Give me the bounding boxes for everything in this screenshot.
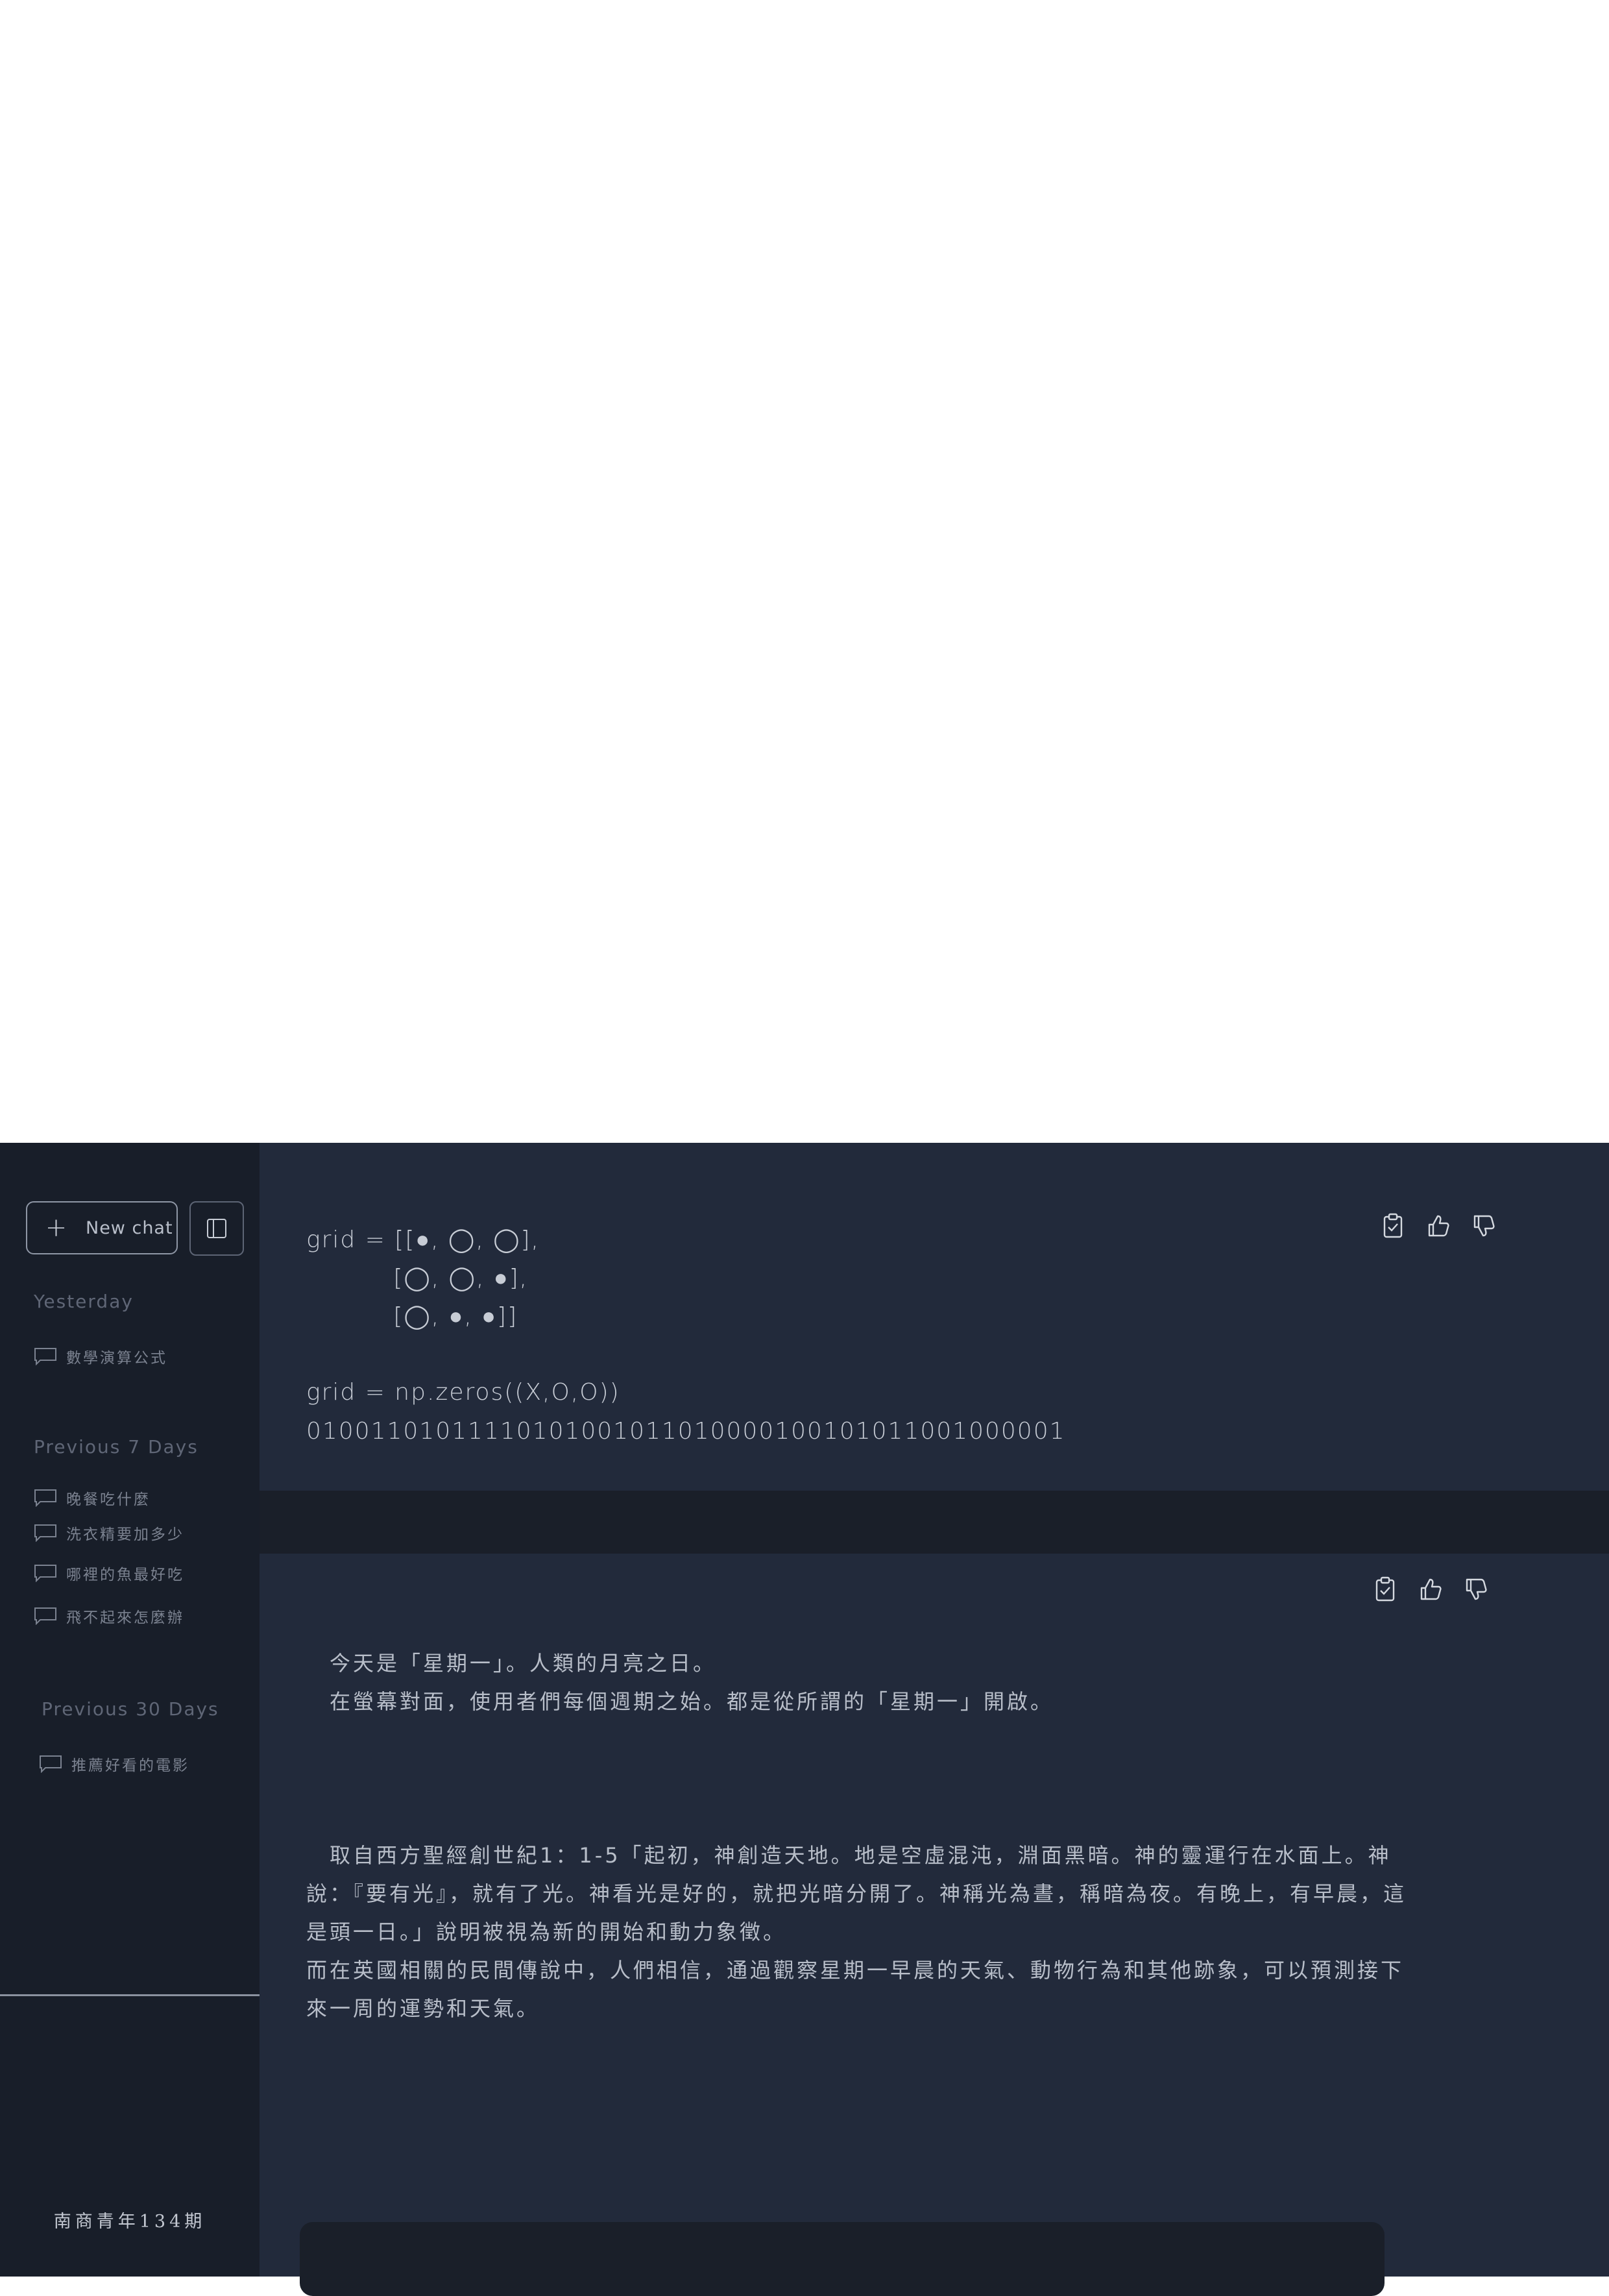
conversation: grid = [[●, ◯, ◯], [◯, ◯, ●], [◯, ●, ●]]…	[260, 1143, 1609, 2296]
message-actions	[1379, 1212, 1497, 1240]
chat-bubble-icon	[34, 1524, 56, 1542]
clipboard-check-icon	[1375, 1576, 1395, 1602]
copy-button[interactable]	[1379, 1212, 1407, 1240]
chat-bubble-icon	[34, 1565, 56, 1582]
new-chat-label: New chat	[86, 1217, 173, 1238]
thumbs-up-button[interactable]	[1425, 1212, 1452, 1240]
new-chat-button[interactable]: + New chat	[26, 1201, 178, 1254]
chat-item-label: 洗衣精要加多少	[66, 1526, 184, 1543]
paragraph: 今天是「星期一」。人類的月亮之日。	[330, 1651, 717, 1676]
sidebar: + New chat Yesterday 數學演算公式 Previous 7 D…	[0, 1143, 260, 2277]
assistant-message: 今天是「星期一」。人類的月亮之日。 在螢幕對面，使用者們每個週期之始。都是從所謂…	[260, 1554, 1609, 2296]
chat-bubble-icon	[34, 1489, 56, 1507]
chat-item[interactable]: 推薦好看的電影	[39, 1753, 189, 1775]
paragraph: 在螢幕對面，使用者們每個週期之始。都是從所謂的「星期一」開啟。	[330, 1689, 1054, 1714]
chat-item-label: 哪裡的魚最好吃	[66, 1567, 184, 1583]
chat-bubble-icon	[40, 1755, 62, 1773]
copy-button[interactable]	[1372, 1576, 1399, 1603]
chat-item-label: 晚餐吃什麼	[66, 1491, 151, 1508]
message-separator	[260, 1491, 1609, 1554]
code-line: [◯, ◯, ●],	[306, 1265, 529, 1291]
clipboard-check-icon	[1383, 1213, 1403, 1238]
section-label-yesterday: Yesterday	[34, 1291, 134, 1312]
sidebar-toggle-icon	[207, 1219, 226, 1238]
sidebar-divider	[0, 1994, 260, 1996]
message-body: 取自西方聖經創世紀1：1-5「起初，神創造天地。地是空虛混沌，淵面黑暗。神的靈運…	[306, 1837, 1422, 2028]
message-input[interactable]	[300, 2222, 1385, 2296]
plus-icon: +	[45, 1213, 68, 1243]
assistant-message: grid = [[●, ◯, ◯], [◯, ◯, ●], [◯, ●, ●]]…	[260, 1143, 1609, 1491]
sidebar-toggle-button[interactable]	[189, 1201, 244, 1256]
code-line: grid = np.zeros((X,O,O))	[306, 1379, 620, 1406]
section-label-previous-30-days: Previous 30 Days	[42, 1698, 219, 1720]
chat-item-label: 數學演算公式	[66, 1350, 167, 1367]
chat-item[interactable]: 洗衣精要加多少	[34, 1522, 184, 1544]
message-actions	[1372, 1576, 1490, 1603]
chat-item[interactable]: 數學演算公式	[34, 1345, 167, 1367]
code-line: grid = [[●, ◯, ◯],	[306, 1227, 540, 1253]
chat-bubble-icon	[34, 1348, 56, 1365]
message-intro: 今天是「星期一」。人類的月亮之日。 在螢幕對面，使用者們每個週期之始。都是從所謂…	[306, 1644, 1422, 1721]
thumbs-down-button[interactable]	[1462, 1576, 1490, 1603]
code-line: [◯, ●, ●]]	[306, 1303, 518, 1330]
thumbs-up-icon	[1428, 1215, 1449, 1237]
section-label-previous-7-days: Previous 7 Days	[34, 1436, 199, 1458]
chat-item-label: 推薦好看的電影	[71, 1757, 189, 1774]
paragraph: 而在英國相關的民間傳說中，人們相信，通過觀察星期一早晨的天氣、動物行為和其他跡象…	[306, 1958, 1405, 2021]
thumbs-down-icon	[1473, 1215, 1495, 1237]
chat-item-label: 飛不起來怎麼辦	[66, 1609, 184, 1626]
chat-app: + New chat Yesterday 數學演算公式 Previous 7 D…	[0, 1143, 1609, 2296]
thumbs-down-button[interactable]	[1470, 1212, 1497, 1240]
code-line: 0100110101111010100101101000010010101100…	[306, 1418, 1066, 1445]
chat-item[interactable]: 飛不起來怎麼辦	[34, 1605, 184, 1627]
thumbs-up-button[interactable]	[1417, 1576, 1444, 1603]
thumbs-down-icon	[1466, 1578, 1487, 1600]
sidebar-footer: 南商青年134期	[53, 2212, 206, 2232]
chat-bubble-icon	[34, 1607, 56, 1625]
paragraph: 取自西方聖經創世紀1：1-5「起初，神創造天地。地是空虛混沌，淵面黑暗。神的靈運…	[306, 1843, 1407, 1944]
chat-item[interactable]: 晚餐吃什麼	[34, 1487, 151, 1509]
chat-item[interactable]: 哪裡的魚最好吃	[34, 1562, 184, 1584]
thumbs-up-icon	[1420, 1578, 1442, 1600]
